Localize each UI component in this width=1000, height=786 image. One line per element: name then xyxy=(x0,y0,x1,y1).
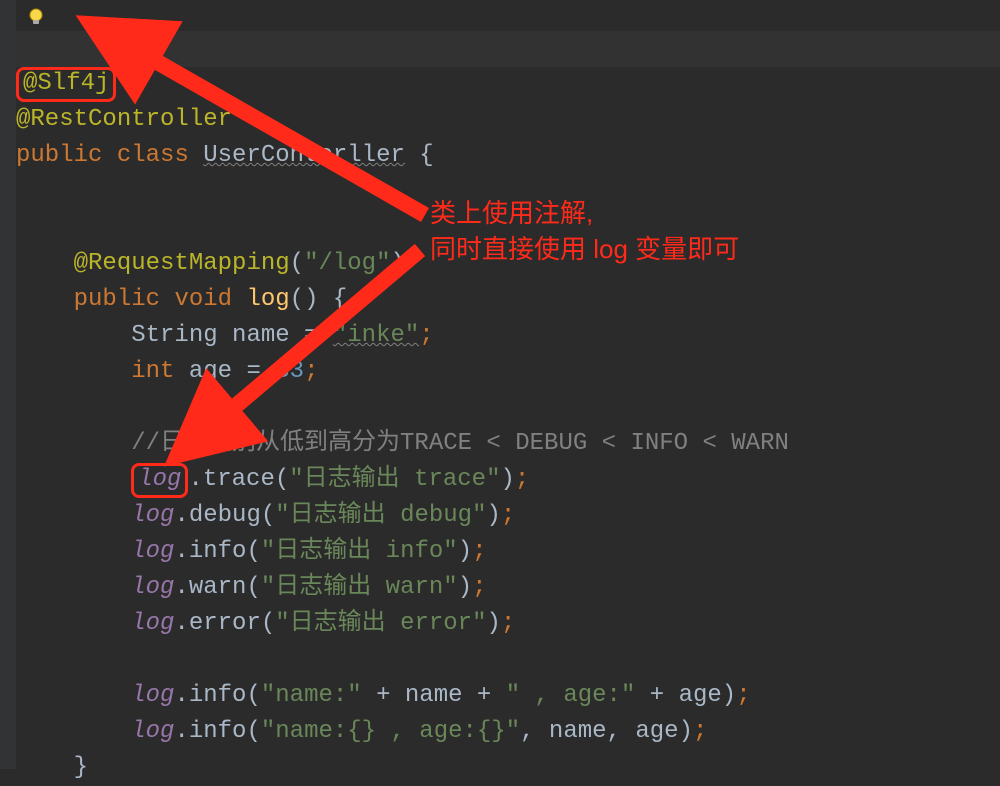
var-age: age xyxy=(189,358,232,385)
log-var-1: log xyxy=(138,466,181,493)
highlight-box-log: log xyxy=(131,463,188,498)
str-namelabel: "name:" xyxy=(261,682,362,709)
annotation-line2: 同时直接使用 log 变量即可 xyxy=(430,231,739,267)
log-var-5: log xyxy=(131,610,174,637)
str-warn: "日志输出 warn" xyxy=(261,574,458,601)
log-var-6: log xyxy=(131,682,174,709)
keyword-void: void xyxy=(174,286,232,313)
str-error: "日志输出 error" xyxy=(275,610,486,637)
method-name: log xyxy=(246,286,289,313)
annotation-requestmapping: @RequestMapping xyxy=(74,250,290,277)
keyword-class: class xyxy=(117,142,189,169)
class-name: UserContorller xyxy=(203,142,405,169)
type-string: String xyxy=(131,322,217,349)
brace-open: { xyxy=(405,142,434,169)
str-fmt: "name:{} , age:{}" xyxy=(261,718,520,745)
editor-gutter xyxy=(0,0,16,769)
string-inke: "inke" xyxy=(333,322,419,349)
keyword-public2: public xyxy=(74,286,160,313)
annotation-line1: 类上使用注解, xyxy=(430,195,739,231)
comment-levels: //日志级别从低到高分为TRACE < DEBUG < INFO < WARN xyxy=(131,430,789,457)
mapping-path: "/log" xyxy=(304,250,390,277)
str-trace: "日志输出 trace" xyxy=(289,466,500,493)
annotation-restcontroller: @RestController xyxy=(16,106,232,133)
var-name: name xyxy=(232,322,290,349)
keyword-public: public xyxy=(16,142,102,169)
log-var-4: log xyxy=(131,574,174,601)
log-var-7: log xyxy=(131,718,174,745)
number-33: 33 xyxy=(275,358,304,385)
log-var-2: log xyxy=(131,502,174,529)
annotation-slf4j: @Slf4j xyxy=(23,70,109,97)
type-int: int xyxy=(131,358,174,385)
highlight-box-slf4j: @Slf4j xyxy=(16,67,116,102)
log-var-3: log xyxy=(131,538,174,565)
lightbulb-icon[interactable] xyxy=(26,4,46,24)
annotation-callout: 类上使用注解, 同时直接使用 log 变量即可 xyxy=(430,195,739,268)
str-agelabel: " , age:" xyxy=(506,682,636,709)
str-info: "日志输出 info" xyxy=(261,538,458,565)
code-editor[interactable]: @Slf4j @RestController public class User… xyxy=(16,30,789,786)
str-debug: "日志输出 debug" xyxy=(275,502,486,529)
brace-close-method: } xyxy=(74,754,88,781)
